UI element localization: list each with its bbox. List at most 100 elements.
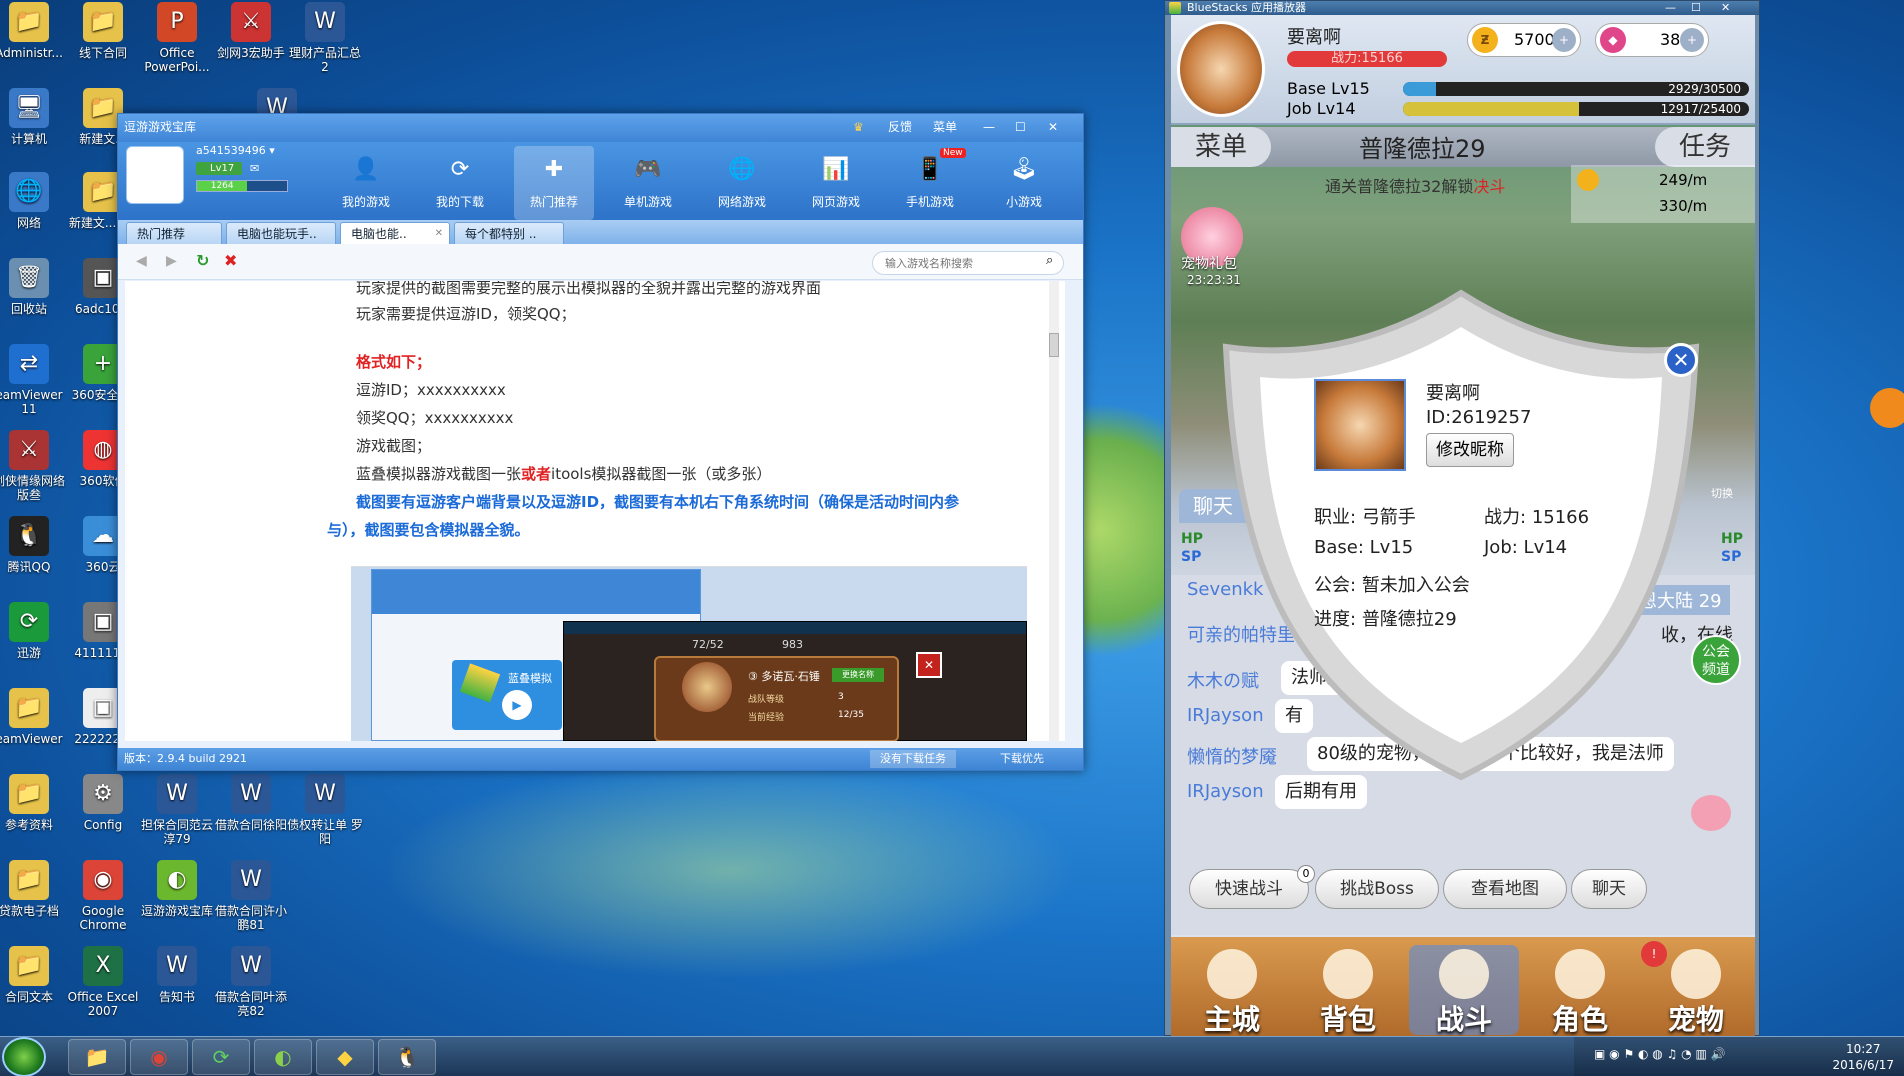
explorer-task[interactable]: 📁 [68,1039,126,1075]
gamebox-task[interactable]: ◐ [254,1039,312,1075]
player-avatar[interactable] [1177,21,1265,117]
desktop-icon[interactable]: 🖥 计算机 [0,88,70,146]
desktop-icon[interactable]: ⟳ 迅游 [0,602,70,660]
rename-button[interactable]: 修改昵称 [1426,433,1514,467]
desktop-icon[interactable]: W 借款合同许小 鹏81 [210,860,292,932]
download-task-button[interactable]: 没有下载任务 [870,750,956,768]
desktop-icon[interactable]: W 告知书 [136,946,218,1004]
tab-mobile-on-pc[interactable]: 电脑也能玩手.. [226,222,336,244]
desktop-icon[interactable]: W 借款合同徐阳 [210,774,292,832]
download-priority-button[interactable]: 下载优先 [1000,748,1044,770]
ie-task[interactable]: ⟳ [192,1039,250,1075]
gold-counter[interactable]: Ƶ 57008 + [1467,23,1581,57]
tab-close-icon[interactable]: ✕ [435,223,443,245]
desktop-icon[interactable]: 📁 eamViewer [0,688,70,746]
info-key: 职业: [1314,507,1357,528]
quick-battle-button[interactable]: 快速战斗 [1189,869,1309,909]
avatar[interactable] [126,146,184,204]
desktop-icon[interactable]: 🗑 回收站 [0,258,70,316]
text-emph: 或者 [521,465,552,483]
nav-hot-recommend[interactable]: ✚ 热门推荐 [514,146,594,220]
chrome-icon: ◉ [150,1045,168,1069]
clock[interactable]: 10:27 2016/6/17 [1832,1041,1894,1073]
add-gold-icon[interactable]: + [1552,28,1576,52]
nav-web-games[interactable]: 📊 网页游戏 [796,146,876,210]
desktop-icon[interactable]: 📁 Administr... [0,2,70,60]
desktop-icon[interactable]: ◉ Google Chrome [62,860,144,932]
menu-link[interactable]: 菜单 [933,114,957,140]
desktop-icon[interactable]: P Office PowerPoi... [136,2,218,74]
forward-icon[interactable]: ▶ [166,253,177,269]
desktop-icon-label: 参考资料 [4,818,53,832]
map-button[interactable]: 查看地图 [1443,869,1567,909]
maximize-icon[interactable]: ☐ [1691,1,1701,15]
search-icon[interactable]: ⌕ [1046,253,1053,268]
chrome-task[interactable]: ◉ [130,1039,188,1075]
desktop-icon[interactable]: 📁 线下合同 [62,2,144,60]
start-button[interactable] [2,1037,46,1076]
menu-button[interactable]: 菜单 [1171,127,1271,167]
thumb-game: ③ 多诺瓦·石锤 更换名称 战队等级 3 当前经验 12/35 72/52 98… [563,621,1027,741]
back-icon[interactable]: ◀ [136,253,147,269]
nav-character[interactable]: 角色 [1525,945,1635,1036]
desktop-icon[interactable]: ⇄ eamViewer 11 [0,344,70,416]
minimize-icon[interactable]: — [1665,1,1676,15]
nav-main-city[interactable]: 主城 [1177,945,1287,1036]
tab-pc-active[interactable]: 电脑也能.. ✕ [340,222,450,244]
refresh-icon[interactable]: ↻ [196,251,209,270]
gem-counter[interactable]: ◆ 380 + [1595,23,1709,57]
desktop-icon[interactable]: 🐧 腾讯QQ [0,516,70,574]
desktop-icon[interactable]: 📁 参考资料 [0,774,70,832]
nav-mobile-games[interactable]: 📱 手机游戏 New [890,146,970,210]
task-button[interactable]: 任务 [1655,127,1755,167]
tray-icons[interactable]: ▣ ◉ ⚑ ◐ ◍ ♫ ◔ ▥ 🔊 [1594,1047,1726,1061]
bluestacks-titlebar[interactable]: BlueStacks 应用播放器 — ☐ ✕ [1165,1,1759,15]
desktop-icon[interactable]: W 担保合同范云 淳79 [136,774,218,846]
nav-my-downloads[interactable]: ⟳ 我的下载 [420,146,500,210]
feedback-link[interactable]: 反馈 [888,114,912,140]
qq-task[interactable]: 🐧 [378,1039,436,1075]
scrollbar[interactable] [1049,281,1059,741]
desktop-icon[interactable]: W 债权转让单 罗阳 [284,774,366,846]
bag-icon [1323,949,1373,999]
close-popup-icon[interactable]: ✕ [1664,343,1698,377]
bluestacks-task[interactable]: ◆ [316,1039,374,1075]
desktop-icon[interactable]: 📁 合同文本 [0,946,70,1004]
desktop-icon[interactable]: ⚔ 剑侠情缘网络 版叁 [0,430,70,502]
scroll-thumb[interactable] [1049,333,1059,357]
maximize-icon[interactable]: ☐ [1015,114,1026,140]
tab-special[interactable]: 每个都特别 .. [454,222,564,244]
nav-my-games[interactable]: 👤 我的游戏 [326,146,406,210]
close-icon[interactable]: ✕ [1048,114,1058,140]
pet-icon[interactable] [1691,795,1731,831]
switch-button[interactable]: 切换 [1711,485,1733,501]
job-exp-bar: 12917/25400 [1403,102,1749,116]
desktop-icon[interactable]: W 理财产品汇总 2 [284,2,366,74]
user-id[interactable]: a541539496 ▾ [196,144,275,157]
gamebox-titlebar[interactable]: 逗游游戏宝库 ♛ 反馈 菜单 — ☐ ✕ [118,114,1083,142]
tab-hot[interactable]: 热门推荐 [126,222,222,244]
nav-single-games[interactable]: 🎮 单机游戏 [608,146,688,210]
desktop-icon[interactable]: ◐ 逗游游戏宝库 [136,860,218,918]
close-icon[interactable]: ✕ [1721,1,1730,15]
chat-button[interactable]: 聊天 [1571,869,1647,909]
desktop-icon[interactable]: 📁 贷款电子档 [0,860,70,918]
add-gem-icon[interactable]: + [1680,28,1704,52]
chat-username[interactable]: IRJayson [1187,781,1264,802]
desktop-icon[interactable]: X Office Excel 2007 [62,946,144,1018]
boss-button[interactable]: 挑战Boss [1315,869,1439,909]
nav-bag[interactable]: 背包 [1293,945,1403,1036]
gold-icon: Ƶ [1472,27,1498,53]
stop-icon[interactable]: ✖ [224,251,237,270]
crown-icon[interactable]: ♛ [853,114,864,140]
desktop-icon[interactable]: ⚔ 剑网3宏助手 [210,2,292,60]
nav-mini-games[interactable]: 🕹 小游戏 [984,146,1064,210]
nav-online-games[interactable]: 🌐 网络游戏 [702,146,782,210]
desktop-icon[interactable]: ⚙ Config [62,774,144,832]
desktop-icon[interactable]: 🌐 网络 [0,172,70,230]
minimize-icon[interactable]: — [983,114,995,140]
mail-icon[interactable]: ✉ [250,162,259,175]
desktop-icon[interactable]: W 借款合同叶添 亮82 [210,946,292,1018]
nav-battle[interactable]: 战斗 [1409,945,1519,1036]
search-input[interactable] [872,251,1064,275]
